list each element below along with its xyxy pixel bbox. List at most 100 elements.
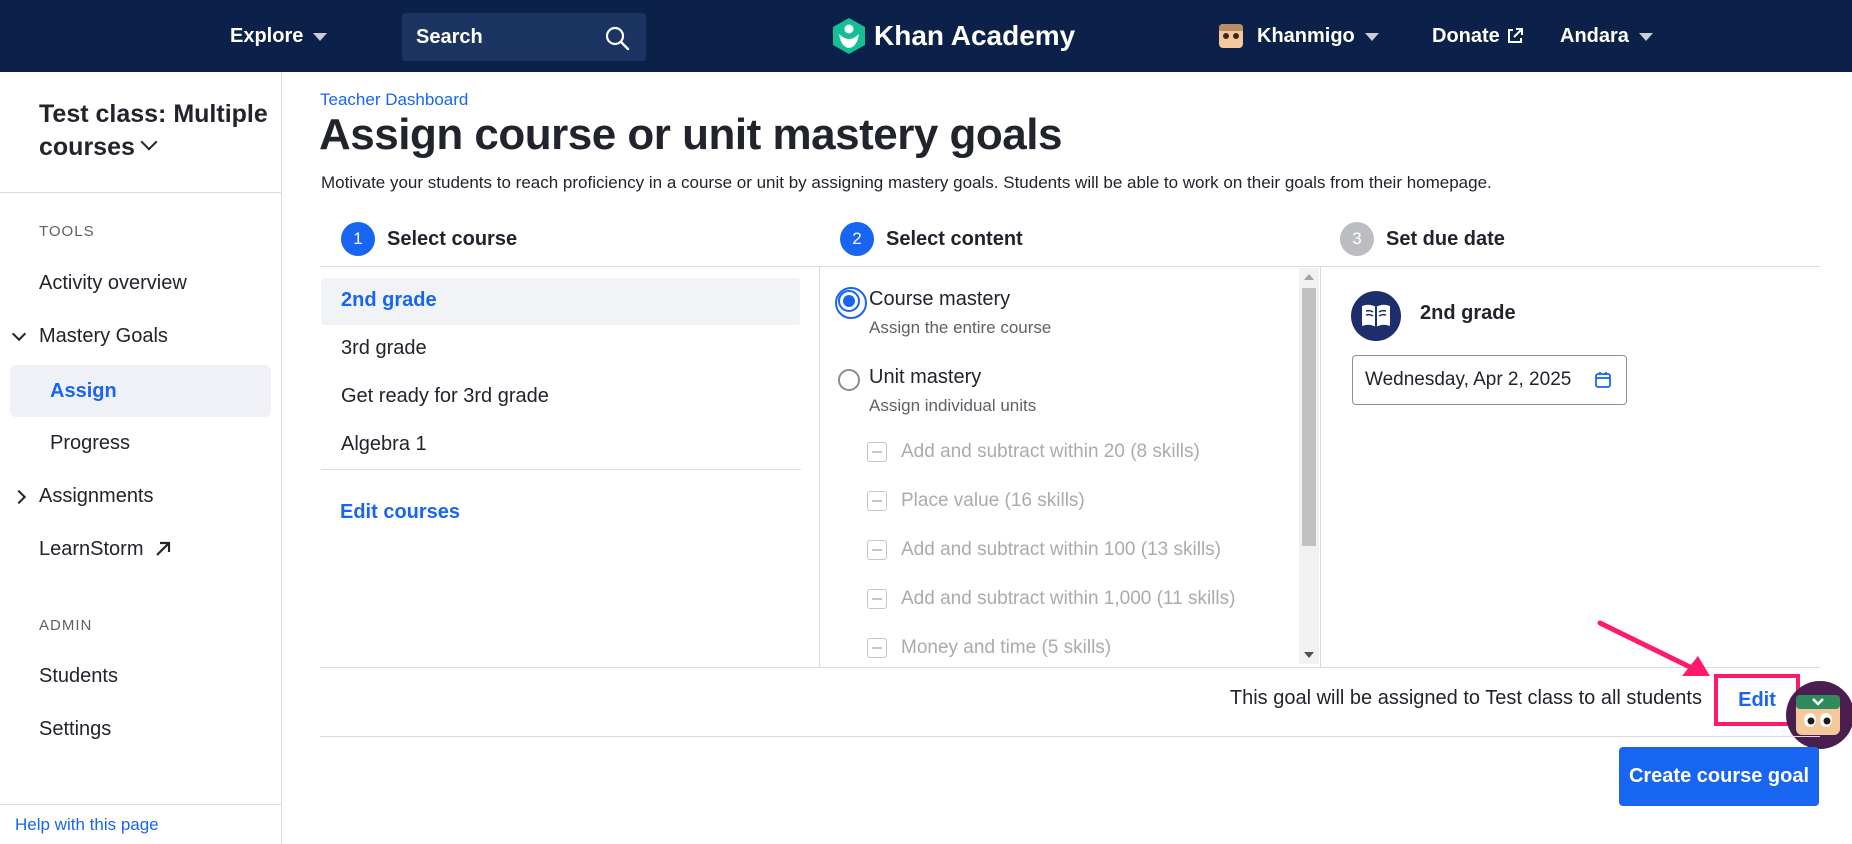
calendar-icon[interactable] xyxy=(1594,371,1612,389)
khanmigo-avatar-icon xyxy=(1219,24,1243,48)
caret-down-icon xyxy=(1364,33,1379,41)
user-name: Andara xyxy=(1560,24,1629,47)
unit-mastery-description: Assign individual units xyxy=(869,396,1037,415)
sidebar-item-assignments[interactable]: Assignments xyxy=(39,476,154,516)
checkbox-indeterminate-icon xyxy=(867,442,887,462)
search-icon xyxy=(605,26,630,51)
sidebar-item-learnstorm[interactable]: LearnStorm xyxy=(39,529,172,569)
unit-checkbox-row[interactable]: Money and time (5 skills) xyxy=(867,633,1111,663)
search-label: Search xyxy=(416,25,483,48)
sidebar-item-label: Settings xyxy=(39,717,112,740)
step-number: 3 xyxy=(1340,222,1374,256)
khanmigo-menu[interactable]: Khanmigo xyxy=(1219,0,1379,72)
scroll-up-arrow-icon[interactable] xyxy=(1304,274,1314,280)
sidebar-item-progress[interactable]: Progress xyxy=(50,423,130,463)
sidebar: Test class: Multiple courses TOOLS Activ… xyxy=(0,72,282,844)
khanmigo-chat-icon[interactable] xyxy=(1786,681,1852,749)
chevron-down-icon[interactable] xyxy=(11,326,27,342)
course-item-3rd-grade[interactable]: 3rd grade xyxy=(341,328,427,368)
checkbox-indeterminate-icon xyxy=(867,589,887,609)
class-selector[interactable]: Test class: Multiple courses xyxy=(39,98,269,164)
step-select-content: 2 Select content xyxy=(840,222,1023,256)
step-number: 2 xyxy=(840,222,874,256)
scroll-thumb[interactable] xyxy=(1302,288,1316,546)
edit-courses-link[interactable]: Edit courses xyxy=(340,501,460,524)
khan-academy-logo[interactable]: Khan Academy xyxy=(832,16,1075,56)
user-menu[interactable]: Andara xyxy=(1560,0,1653,72)
explore-menu[interactable]: Explore xyxy=(230,0,328,72)
unit-checkbox-row[interactable]: Add and subtract within 1,000 (11 skills… xyxy=(867,584,1235,614)
unit-checkbox-row[interactable]: Add and subtract within 20 (8 skills) xyxy=(867,437,1200,467)
caret-down-icon xyxy=(1638,33,1653,41)
course-item-algebra-1[interactable]: Algebra 1 xyxy=(341,424,427,464)
external-link-icon xyxy=(1507,28,1523,43)
checkbox-indeterminate-icon xyxy=(867,638,887,658)
step-label: Select content xyxy=(886,227,1023,250)
annotation-arrow-icon xyxy=(1597,620,1710,676)
assign-note: This goal will be assigned to Test class… xyxy=(1229,687,1702,709)
unit-mastery-label[interactable]: Unit mastery xyxy=(869,366,981,389)
sidebar-item-activity-overview[interactable]: Activity overview xyxy=(39,263,187,303)
course-mastery-description: Assign the entire course xyxy=(869,318,1052,337)
top-navigation-bar: Explore Search Khan Academy Khanmigo Don… xyxy=(0,0,1852,72)
search-input[interactable]: Search xyxy=(402,13,646,61)
class-title: Test class: Multiple courses xyxy=(39,100,268,161)
course-mastery-label[interactable]: Course mastery xyxy=(869,288,1010,311)
khanmigo-label: Khanmigo xyxy=(1257,24,1355,47)
chevron-right-icon[interactable] xyxy=(11,489,27,505)
khan-academy-leaf-icon xyxy=(833,18,865,54)
sidebar-item-label: Activity overview xyxy=(39,271,187,294)
unit-label: Add and subtract within 100 (13 skills) xyxy=(901,539,1221,560)
create-course-goal-button[interactable]: Create course goal xyxy=(1619,747,1819,806)
step-number: 1 xyxy=(341,222,375,256)
sidebar-item-label: Assignments xyxy=(39,484,154,507)
course-item-get-ready-3rd-grade[interactable]: Get ready for 3rd grade xyxy=(341,376,549,416)
due-course-name: 2nd grade xyxy=(1420,302,1516,324)
footer-divider xyxy=(320,736,1820,737)
checkbox-indeterminate-icon xyxy=(867,540,887,560)
sidebar-item-label: Progress xyxy=(50,431,131,454)
breadcrumb-teacher-dashboard[interactable]: Teacher Dashboard xyxy=(320,90,468,110)
unit-label: Add and subtract within 20 (8 skills) xyxy=(901,441,1200,462)
sidebar-item-label: Students xyxy=(39,664,118,687)
unit-checkbox-row[interactable]: Place value (16 skills) xyxy=(867,486,1085,516)
sidebar-item-mastery-goals[interactable]: Mastery Goals xyxy=(39,316,168,356)
page-description: Motivate your students to reach proficie… xyxy=(321,173,1492,192)
scroll-down-arrow-icon[interactable] xyxy=(1304,652,1314,658)
tools-heading: TOOLS xyxy=(39,223,95,240)
caret-down-icon xyxy=(313,33,328,41)
course-mastery-radio[interactable] xyxy=(835,287,867,319)
course-list-divider xyxy=(321,469,801,470)
chevron-down-icon xyxy=(140,133,158,151)
step-set-due-date: 3 Set due date xyxy=(1340,222,1505,256)
due-date-value: Wednesday, Apr 2, 2025 xyxy=(1365,369,1572,390)
sidebar-divider xyxy=(0,804,281,805)
column-divider xyxy=(1320,267,1321,667)
steps-divider xyxy=(320,266,1820,267)
admin-heading: ADMIN xyxy=(39,617,93,634)
unit-mastery-radio[interactable] xyxy=(838,369,860,391)
unit-checkbox-row[interactable]: Add and subtract within 100 (13 skills) xyxy=(867,535,1221,565)
explore-label: Explore xyxy=(230,24,304,47)
sidebar-item-label: Mastery Goals xyxy=(39,324,168,347)
donate-label: Donate xyxy=(1432,24,1500,47)
sidebar-item-label: LearnStorm xyxy=(39,537,144,560)
sidebar-item-settings[interactable]: Settings xyxy=(39,709,111,749)
sidebar-divider xyxy=(0,192,281,193)
unit-label: Add and subtract within 1,000 (11 skills… xyxy=(901,588,1236,609)
unit-label: Money and time (5 skills) xyxy=(901,637,1112,658)
step-select-course: 1 Select course xyxy=(341,222,517,256)
column-divider xyxy=(819,267,820,667)
course-book-icon xyxy=(1351,291,1401,341)
step-label: Set due date xyxy=(1386,227,1505,250)
arrow-up-right-icon xyxy=(155,541,170,556)
sidebar-item-assign-label: Assign xyxy=(50,379,117,402)
help-link[interactable]: Help with this page xyxy=(15,815,159,835)
course-item-2nd-grade[interactable]: 2nd grade xyxy=(341,280,437,320)
donate-link[interactable]: Donate xyxy=(1432,0,1524,72)
content-scrollbar[interactable] xyxy=(1299,268,1319,664)
due-date-input[interactable]: Wednesday, Apr 2, 2025 xyxy=(1352,355,1627,405)
sidebar-item-students[interactable]: Students xyxy=(39,656,118,696)
unit-label: Place value (16 skills) xyxy=(901,490,1085,511)
page-title: Assign course or unit mastery goals xyxy=(319,110,1062,159)
